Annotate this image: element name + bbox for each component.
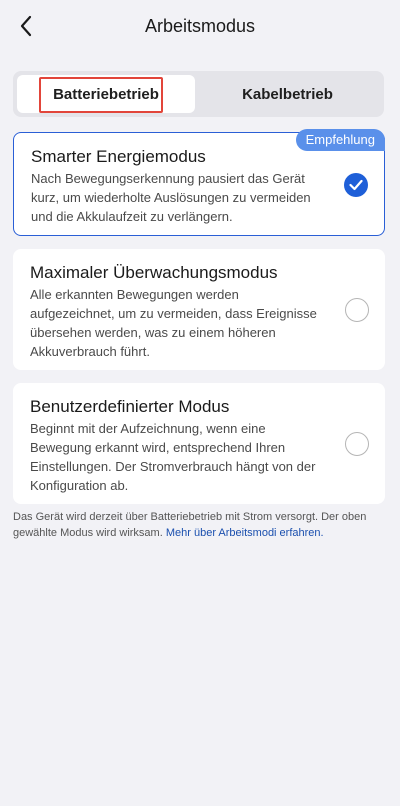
recommended-badge: Empfehlung	[295, 129, 385, 151]
mode-description: Alle erkannten Bewegungen werden aufgeze…	[30, 287, 317, 359]
footer-note: Das Gerät wird derzeit über Batteriebetr…	[13, 509, 385, 541]
checkmark-icon	[349, 179, 363, 191]
highlight-box	[39, 77, 163, 113]
tab-cable-label: Kabelbetrieb	[242, 85, 333, 103]
mode-description: Nach Bewegungserkennung pausiert das Ger…	[31, 171, 311, 224]
mode-radio-selected[interactable]	[344, 173, 368, 197]
mode-title: Smarter Energiemodus	[31, 147, 206, 166]
mode-radio[interactable]	[345, 298, 369, 322]
learn-more-link[interactable]: Mehr über Arbeitsmodi erfahren.	[166, 527, 324, 539]
page-title: Arbeitsmodus	[144, 16, 256, 36]
mode-card-smart-energy[interactable]: Empfehlung Smarter Energiemodus Nach Bew…	[13, 129, 385, 236]
mode-radio[interactable]	[345, 432, 369, 456]
power-source-segmented-control: Batteriebetrieb Kabelbetrieb	[13, 71, 384, 117]
tab-battery[interactable]: Batteriebetrieb	[17, 75, 195, 113]
mode-card-max-surveillance[interactable]: Maximaler Überwachungsmodus Alle erkannt…	[13, 249, 385, 370]
mode-title: Maximaler Überwachungsmodus	[30, 263, 278, 282]
mode-card-custom[interactable]: Benutzerdefinierter Modus Beginnt mit de…	[13, 383, 385, 504]
tab-cable[interactable]: Kabelbetrieb	[195, 75, 380, 113]
mode-description: Beginnt mit der Aufzeichnung, wenn eine …	[30, 421, 316, 493]
header: Arbeitsmodus	[0, 0, 400, 56]
mode-title: Benutzerdefinierter Modus	[30, 397, 230, 416]
